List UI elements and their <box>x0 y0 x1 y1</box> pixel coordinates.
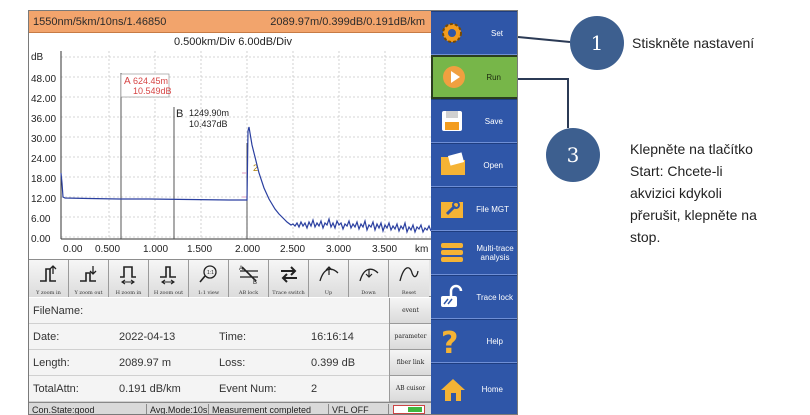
callout-3-line: přerušit, klepněte na <box>630 207 757 223</box>
callout-3-line: akvizici kdykoli <box>630 185 722 201</box>
callout-1-connector <box>517 36 571 43</box>
callout-3-line: stop. <box>630 229 661 245</box>
callout-3-connector <box>518 78 569 128</box>
callout-3-text: Klepněte na tlačítko Start: Chcete-li ak… <box>630 138 757 248</box>
callout-1-badge: 1 <box>570 16 624 70</box>
callout-3-line: Klepněte na tlačítko <box>630 141 753 157</box>
callout-3-badge: 3 <box>546 128 600 182</box>
screenshot-root: 1550nm/5km/10ns/1.46850 2089.97m/0.399dB… <box>0 0 810 415</box>
callout-3-line: Start: Chcete-li <box>630 163 723 179</box>
callout-1-text: Stiskněte nastavení <box>632 35 755 51</box>
